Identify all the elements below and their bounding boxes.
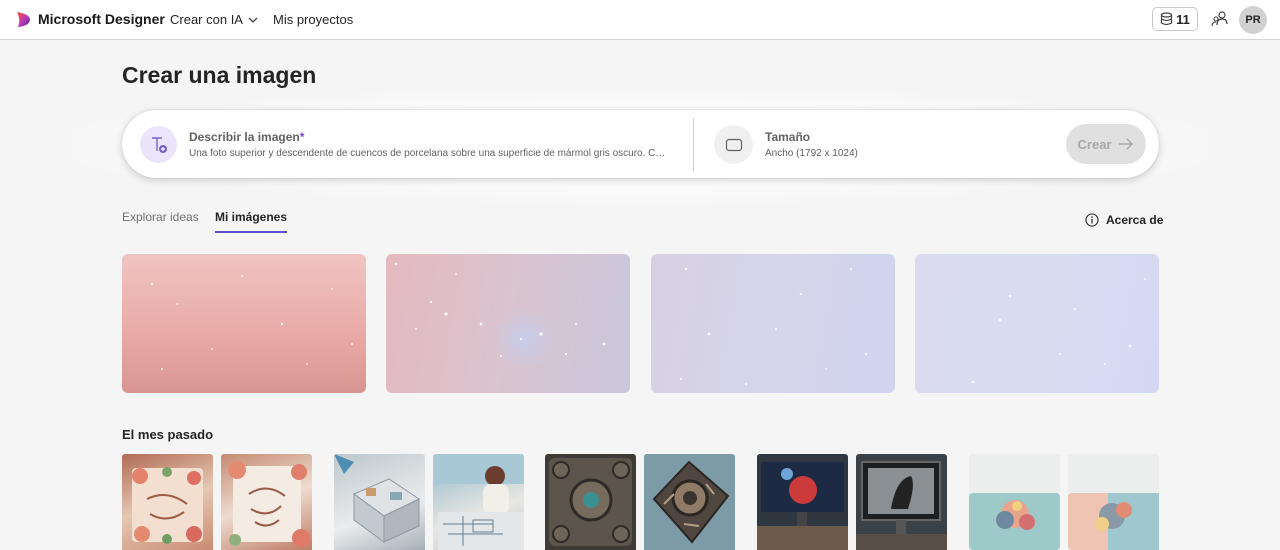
prompt-card: Describir la imagen* Una foto superior y…	[122, 110, 1159, 178]
credits-count: 11	[1176, 11, 1190, 27]
image-placeholder-4	[915, 254, 1159, 393]
page-title: Crear una imagen	[122, 62, 317, 88]
thumbnail-image[interactable]	[545, 454, 636, 550]
tab-my-images[interactable]: Mi imágenes	[215, 210, 288, 233]
image-placeholder-3	[651, 254, 895, 393]
thumbnail-image[interactable]	[856, 454, 947, 550]
section-last-month: El mes pasado	[122, 427, 214, 442]
text-add-icon	[140, 126, 177, 163]
aspect-ratio-icon	[725, 138, 742, 151]
thumbnail-image[interactable]	[757, 454, 848, 550]
image-placeholder-1	[122, 254, 366, 393]
divider	[693, 118, 694, 171]
share-people-icon[interactable]	[1211, 10, 1229, 28]
thumbnail-image[interactable]	[969, 454, 1060, 550]
credits-button[interactable]: 11	[1152, 7, 1198, 31]
create-button[interactable]: Crear	[1066, 124, 1146, 164]
about-label: Acerca de	[1106, 213, 1164, 227]
chevron-down-icon	[248, 17, 258, 23]
thumbnail-image[interactable]	[1068, 454, 1159, 550]
thumbnail-image[interactable]	[122, 454, 213, 550]
required-mark: *	[299, 130, 305, 144]
image-placeholder-2	[386, 254, 630, 393]
describe-label-text: Describir la imagen	[189, 130, 300, 144]
arrow-right-icon	[1119, 138, 1134, 150]
nav-create-with-ai[interactable]: Crear con IA	[170, 12, 258, 27]
info-icon	[1085, 213, 1099, 227]
thumbnail-image[interactable]	[334, 454, 425, 550]
describe-label: Describir la imagen*	[189, 130, 304, 144]
create-button-label: Crear	[1077, 136, 1112, 152]
thumbnail-image[interactable]	[433, 454, 524, 550]
user-avatar[interactable]: PR	[1239, 6, 1267, 34]
nav-my-projects[interactable]: Mis proyectos	[273, 12, 353, 27]
brand-name[interactable]: Microsoft Designer	[38, 11, 165, 27]
tab-explore-ideas[interactable]: Explorar ideas	[122, 210, 199, 224]
designer-logo-icon[interactable]	[15, 11, 32, 28]
prompt-input[interactable]: Una foto superior y descendente de cuenc…	[189, 148, 669, 159]
size-label: Tamaño	[765, 130, 811, 144]
size-value[interactable]: Ancho (1792 x 1024)	[765, 148, 858, 159]
thumbnail-image[interactable]	[644, 454, 735, 550]
thumbnail-image[interactable]	[221, 454, 312, 550]
about-button[interactable]: Acerca de	[1085, 213, 1163, 227]
size-selector[interactable]	[714, 125, 753, 164]
top-bar: Microsoft Designer Crear con IA Mis proy…	[0, 0, 1280, 40]
coins-icon	[1161, 12, 1173, 26]
nav-create-with-ai-label: Crear con IA	[170, 12, 243, 27]
